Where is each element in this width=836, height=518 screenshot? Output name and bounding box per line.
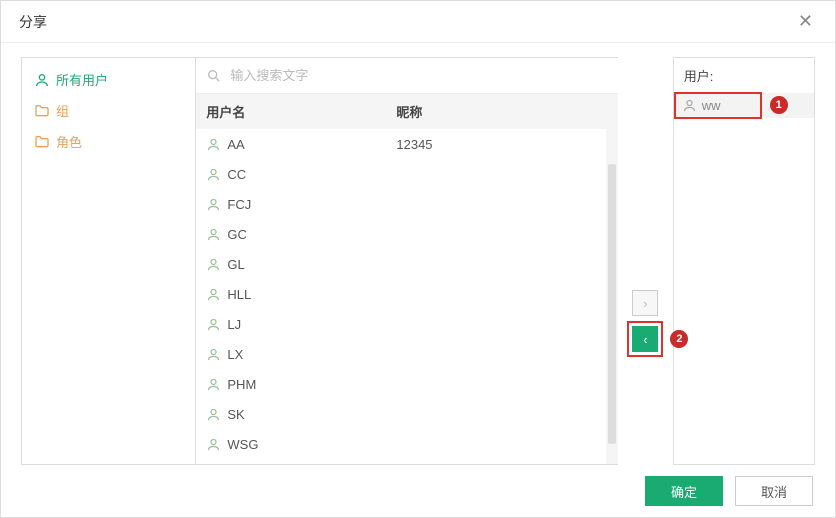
user-icon xyxy=(206,227,221,242)
selected-panel: 用户: ww 1 xyxy=(673,57,815,465)
chevron-left-icon: ‹ xyxy=(643,332,647,347)
col-nickname: 昵称 xyxy=(386,94,618,129)
footer: 确定 取消 xyxy=(1,465,835,517)
user-icon xyxy=(206,197,221,212)
user-icon xyxy=(206,377,221,392)
username-cell: WSG xyxy=(227,437,258,452)
scrollbar[interactable] xyxy=(606,96,618,464)
username-cell: FCJ xyxy=(227,197,251,212)
table-row[interactable]: HLL xyxy=(196,279,618,309)
user-icon xyxy=(206,407,221,422)
table-row[interactable]: PHM xyxy=(196,369,618,399)
table-row[interactable]: FCJ xyxy=(196,189,618,219)
folder-icon xyxy=(34,134,50,150)
user-icon xyxy=(206,317,221,332)
share-dialog: 分享 ✕ 所有用户 组 角色 xyxy=(0,0,836,518)
selected-header: 用户: xyxy=(674,58,814,93)
selected-item[interactable]: ww xyxy=(674,93,814,118)
table-row[interactable]: GL xyxy=(196,249,618,279)
nickname-cell: 12345 xyxy=(386,137,618,152)
table-row[interactable]: LJ xyxy=(196,309,618,339)
username-cell: SK xyxy=(227,407,244,422)
search-row xyxy=(196,58,618,94)
add-button[interactable]: › xyxy=(632,290,658,316)
nav-label: 组 xyxy=(56,101,69,120)
username-cell: GL xyxy=(227,257,244,272)
user-icon xyxy=(206,287,221,302)
username-cell: PHM xyxy=(227,377,256,392)
remove-button[interactable]: ‹ xyxy=(632,326,658,352)
username-cell: LX xyxy=(227,347,243,362)
nav-all-users[interactable]: 所有用户 xyxy=(22,64,195,95)
user-icon xyxy=(682,98,697,113)
search-icon xyxy=(206,68,222,84)
table-header: 用户名 昵称 xyxy=(196,94,618,129)
username-cell: CC xyxy=(227,167,246,182)
table-row[interactable]: SK xyxy=(196,399,618,429)
user-list-panel: 用户名 昵称 AA 12345 CC FCJ GC GL HLL LJ LX PHM SK WSG xyxy=(196,57,618,465)
titlebar: 分享 ✕ xyxy=(1,1,835,43)
selected-list: ww 1 xyxy=(674,93,814,464)
table-body: AA 12345 CC FCJ GC GL HLL LJ LX PHM SK WSG xyxy=(196,129,618,464)
dialog-title: 分享 xyxy=(19,12,47,32)
user-icon xyxy=(206,137,221,152)
category-panel: 所有用户 组 角色 xyxy=(21,57,196,465)
nav-roles[interactable]: 角色 xyxy=(22,126,195,157)
username-cell: AA xyxy=(227,137,244,152)
user-icon xyxy=(206,437,221,452)
table-row[interactable]: AA 12345 xyxy=(196,129,618,159)
folder-icon xyxy=(34,103,50,119)
dialog-body: 所有用户 组 角色 用户名 xyxy=(1,43,835,465)
user-icon xyxy=(206,347,221,362)
table-row[interactable]: WSG xyxy=(196,429,618,459)
close-icon[interactable]: ✕ xyxy=(794,7,817,36)
cancel-button[interactable]: 取消 xyxy=(735,476,813,506)
search-input[interactable] xyxy=(230,68,608,83)
table-row[interactable]: LX xyxy=(196,339,618,369)
user-icon xyxy=(206,257,221,272)
user-icon xyxy=(34,72,50,88)
scrollbar-thumb[interactable] xyxy=(608,164,616,444)
transfer-buttons: › ‹ 2 xyxy=(618,57,673,465)
ok-button[interactable]: 确定 xyxy=(645,476,723,506)
nav-label: 角色 xyxy=(56,132,82,151)
nav-label: 所有用户 xyxy=(56,70,108,89)
user-icon xyxy=(206,167,221,182)
username-cell: GC xyxy=(227,227,247,242)
chevron-right-icon: › xyxy=(643,296,647,311)
col-username: 用户名 xyxy=(196,94,386,129)
nav-groups[interactable]: 组 xyxy=(22,95,195,126)
table-row[interactable]: CC xyxy=(196,159,618,189)
selected-label: ww xyxy=(702,98,721,113)
username-cell: HLL xyxy=(227,287,251,302)
table-row[interactable]: GC xyxy=(196,219,618,249)
username-cell: LJ xyxy=(227,317,241,332)
